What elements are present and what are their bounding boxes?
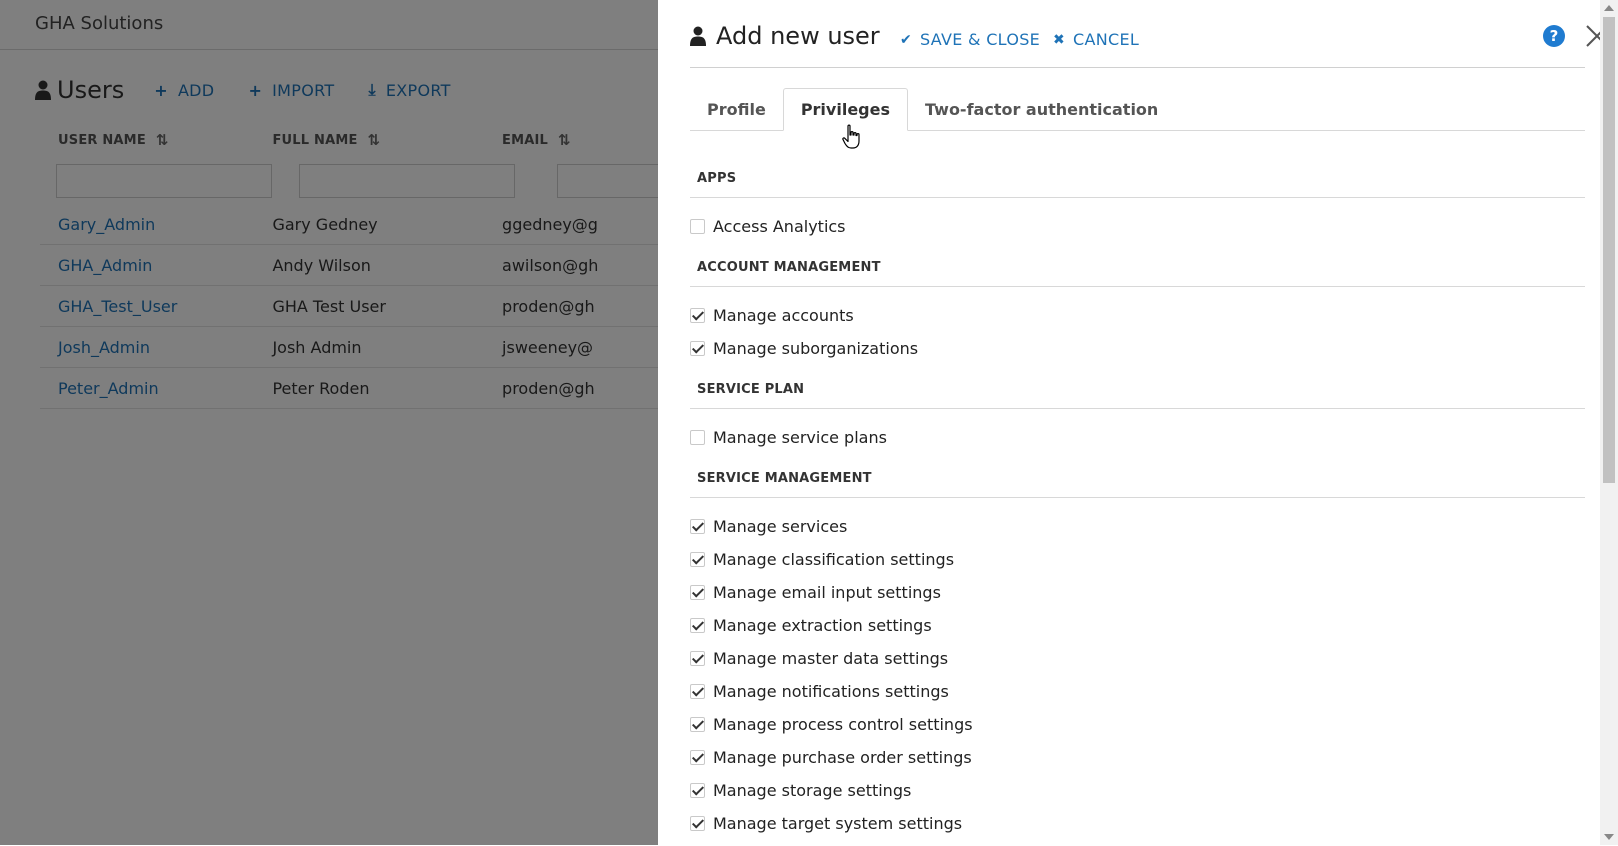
privileges-list: APPS Access Analytics ACCOUNT MANAGEMENT Ma… bbox=[690, 160, 1585, 846]
privilege-checkbox[interactable] bbox=[690, 750, 705, 765]
privilege-checkbox[interactable] bbox=[690, 783, 705, 798]
privilege-checkbox[interactable] bbox=[690, 519, 705, 534]
save-and-close-label: SAVE & CLOSE bbox=[920, 30, 1041, 49]
section-title: SERVICE PLAN bbox=[690, 371, 1585, 409]
privilege-checkbox[interactable] bbox=[690, 430, 705, 445]
privilege-item[interactable]: Manage services bbox=[690, 510, 1585, 543]
x-icon: ✖ bbox=[1053, 31, 1066, 48]
privilege-label: Manage services bbox=[713, 517, 848, 536]
privilege-item[interactable]: Manage email input settings bbox=[690, 576, 1585, 609]
privilege-label: Manage accounts bbox=[713, 306, 854, 325]
scrollbar[interactable] bbox=[1600, 0, 1618, 845]
privilege-label: Manage notifications settings bbox=[713, 682, 949, 701]
privilege-item[interactable]: Manage notifications settings bbox=[690, 675, 1585, 708]
privilege-label: Manage process control settings bbox=[713, 715, 973, 734]
privilege-item[interactable]: Manage process control settings bbox=[690, 708, 1585, 741]
privilege-label: Manage storage settings bbox=[713, 781, 912, 800]
privilege-checkbox[interactable] bbox=[690, 717, 705, 732]
add-user-panel: Add new user ✔ SAVE & CLOSE ✖ CANCEL ? P… bbox=[658, 0, 1618, 845]
privilege-label: Manage email input settings bbox=[713, 583, 941, 602]
privilege-checkbox[interactable] bbox=[690, 684, 705, 699]
tab-profile[interactable]: Profile bbox=[690, 88, 783, 130]
check-icon: ✔ bbox=[900, 31, 913, 48]
privilege-label: Manage service plans bbox=[713, 428, 887, 447]
privilege-checkbox[interactable] bbox=[690, 219, 705, 234]
privilege-checkbox[interactable] bbox=[690, 651, 705, 666]
scroll-thumb[interactable] bbox=[1603, 17, 1615, 483]
privilege-item[interactable]: Manage target system settings bbox=[690, 807, 1585, 840]
cancel-label: CANCEL bbox=[1073, 30, 1140, 49]
scroll-down-arrow-icon[interactable] bbox=[1604, 834, 1614, 840]
privilege-item[interactable]: Access Analytics bbox=[690, 210, 1585, 243]
panel-title: Add new user bbox=[690, 22, 880, 50]
privilege-item[interactable]: Manage master data settings bbox=[690, 642, 1585, 675]
help-icon[interactable]: ? bbox=[1543, 25, 1565, 47]
privilege-checkbox[interactable] bbox=[690, 816, 705, 831]
user-icon bbox=[690, 26, 706, 46]
privilege-label: Access Analytics bbox=[713, 217, 846, 236]
save-and-close-button[interactable]: ✔ SAVE & CLOSE bbox=[900, 30, 1040, 49]
privilege-label: Manage extraction settings bbox=[713, 616, 932, 635]
privilege-label: Manage target system settings bbox=[713, 814, 963, 833]
privilege-checkbox[interactable] bbox=[690, 308, 705, 323]
privilege-item[interactable]: Manage accounts bbox=[690, 299, 1585, 332]
section-title: ACCOUNT MANAGEMENT bbox=[690, 249, 1585, 287]
section-title: SERVICE MANAGEMENT bbox=[690, 460, 1585, 498]
privilege-label: Manage master data settings bbox=[713, 649, 949, 668]
privilege-checkbox[interactable] bbox=[690, 552, 705, 567]
tab-two-factor-authentication[interactable]: Two-factor authentication bbox=[908, 88, 1175, 130]
privilege-item[interactable]: Manage purchase order settings bbox=[690, 741, 1585, 774]
section-title: APPS bbox=[690, 160, 1585, 198]
privilege-label: Manage suborganizations bbox=[713, 339, 919, 358]
panel-title-label: Add new user bbox=[716, 22, 880, 50]
privilege-checkbox[interactable] bbox=[690, 585, 705, 600]
tab-privileges[interactable]: Privileges bbox=[782, 88, 908, 131]
privilege-item[interactable]: Manage service plans bbox=[690, 421, 1585, 454]
privilege-item[interactable]: Manage storage settings bbox=[690, 774, 1585, 807]
privilege-checkbox[interactable] bbox=[690, 341, 705, 356]
privilege-label: Manage classification settings bbox=[713, 550, 955, 569]
scroll-up-arrow-icon[interactable] bbox=[1604, 5, 1614, 11]
panel-header: Add new user ✔ SAVE & CLOSE ✖ CANCEL ? bbox=[690, 18, 1608, 68]
privilege-item[interactable]: Manage classification settings bbox=[690, 543, 1585, 576]
tab-bar: Profile Privileges Two-factor authentica… bbox=[690, 88, 1585, 131]
cancel-button[interactable]: ✖ CANCEL bbox=[1053, 30, 1139, 49]
privilege-item[interactable]: Manage suborganizations bbox=[690, 332, 1585, 365]
privilege-item[interactable]: Manage extraction settings bbox=[690, 609, 1585, 642]
privilege-checkbox[interactable] bbox=[690, 618, 705, 633]
privilege-label: Manage purchase order settings bbox=[713, 748, 972, 767]
